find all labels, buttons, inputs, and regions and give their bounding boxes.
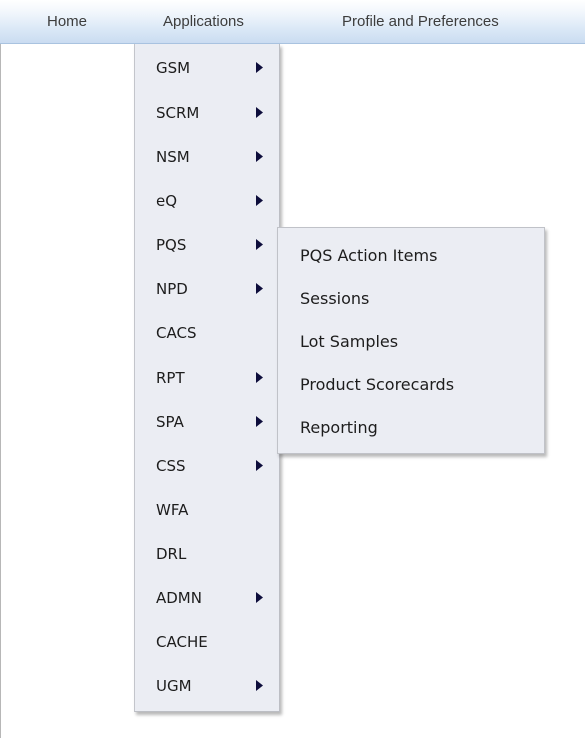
menu-applications[interactable]: Applications (163, 0, 244, 43)
submenu-arrow-icon (256, 416, 263, 427)
menu-item-label: PQS (156, 236, 187, 254)
top-menu-bar: Home Applications Profile and Preference… (0, 0, 585, 44)
submenu-arrow-icon (256, 460, 263, 471)
submenu-item-label: Reporting (300, 418, 378, 437)
menu-item-scrm[interactable]: SCRM (135, 92, 279, 134)
submenu-item-label: Product Scorecards (300, 375, 455, 394)
menu-item-label: UGM (156, 677, 192, 695)
menu-item-pqs[interactable]: PQS (135, 224, 279, 266)
applications-dropdown: GSM SCRM NSM eQ PQS NPD CACS RPT SPA CSS… (134, 44, 280, 712)
menu-item-label: DRL (156, 545, 187, 563)
menu-item-label: eQ (156, 192, 178, 210)
menu-item-label: NSM (156, 148, 190, 166)
menu-item-label: CACHE (156, 633, 208, 651)
submenu-arrow-icon (256, 239, 263, 250)
submenu-item-label: Lot Samples (300, 332, 399, 351)
menu-item-rpt[interactable]: RPT (135, 357, 279, 399)
menu-profile-and-preferences[interactable]: Profile and Preferences (342, 0, 499, 43)
submenu-item-sessions[interactable]: Sessions (278, 276, 544, 321)
menu-item-gsm[interactable]: GSM (135, 47, 279, 89)
menu-item-spa[interactable]: SPA (135, 401, 279, 443)
menu-item-label: ADMN (156, 589, 202, 607)
menu-item-label: WFA (156, 501, 189, 519)
pqs-submenu: PQS Action Items Sessions Lot Samples Pr… (277, 227, 545, 454)
submenu-item-lot-samples[interactable]: Lot Samples (278, 319, 544, 364)
submenu-item-label: PQS Action Items (300, 246, 438, 265)
page-left-border (0, 0, 1, 738)
menu-item-cacs[interactable]: CACS (135, 312, 279, 354)
menu-item-label: NPD (156, 280, 188, 298)
menu-item-label: RPT (156, 369, 185, 387)
menu-item-wfa[interactable]: WFA (135, 489, 279, 531)
menu-item-admn[interactable]: ADMN (135, 577, 279, 619)
menu-item-label: GSM (156, 59, 191, 77)
menu-item-css[interactable]: CSS (135, 445, 279, 487)
submenu-item-reporting[interactable]: Reporting (278, 405, 544, 450)
submenu-arrow-icon (256, 151, 263, 162)
menu-item-label: CSS (156, 457, 186, 475)
menu-home[interactable]: Home (47, 0, 87, 43)
submenu-arrow-icon (256, 592, 263, 603)
menu-item-nsm[interactable]: NSM (135, 136, 279, 178)
submenu-arrow-icon (256, 195, 263, 206)
menu-item-drl[interactable]: DRL (135, 533, 279, 575)
submenu-arrow-icon (256, 680, 263, 691)
submenu-item-pqs-action-items[interactable]: PQS Action Items (278, 233, 544, 278)
menu-item-ugm[interactable]: UGM (135, 665, 279, 707)
menu-item-label: SPA (156, 413, 184, 431)
menu-item-label: SCRM (156, 104, 200, 122)
menu-item-cache[interactable]: CACHE (135, 621, 279, 663)
menu-item-npd[interactable]: NPD (135, 268, 279, 310)
submenu-arrow-icon (256, 283, 263, 294)
submenu-arrow-icon (256, 372, 263, 383)
submenu-arrow-icon (256, 62, 263, 73)
submenu-item-product-scorecards[interactable]: Product Scorecards (278, 362, 544, 407)
menu-item-eq[interactable]: eQ (135, 180, 279, 222)
menu-item-label: CACS (156, 324, 197, 342)
submenu-arrow-icon (256, 107, 263, 118)
submenu-item-label: Sessions (300, 289, 370, 308)
